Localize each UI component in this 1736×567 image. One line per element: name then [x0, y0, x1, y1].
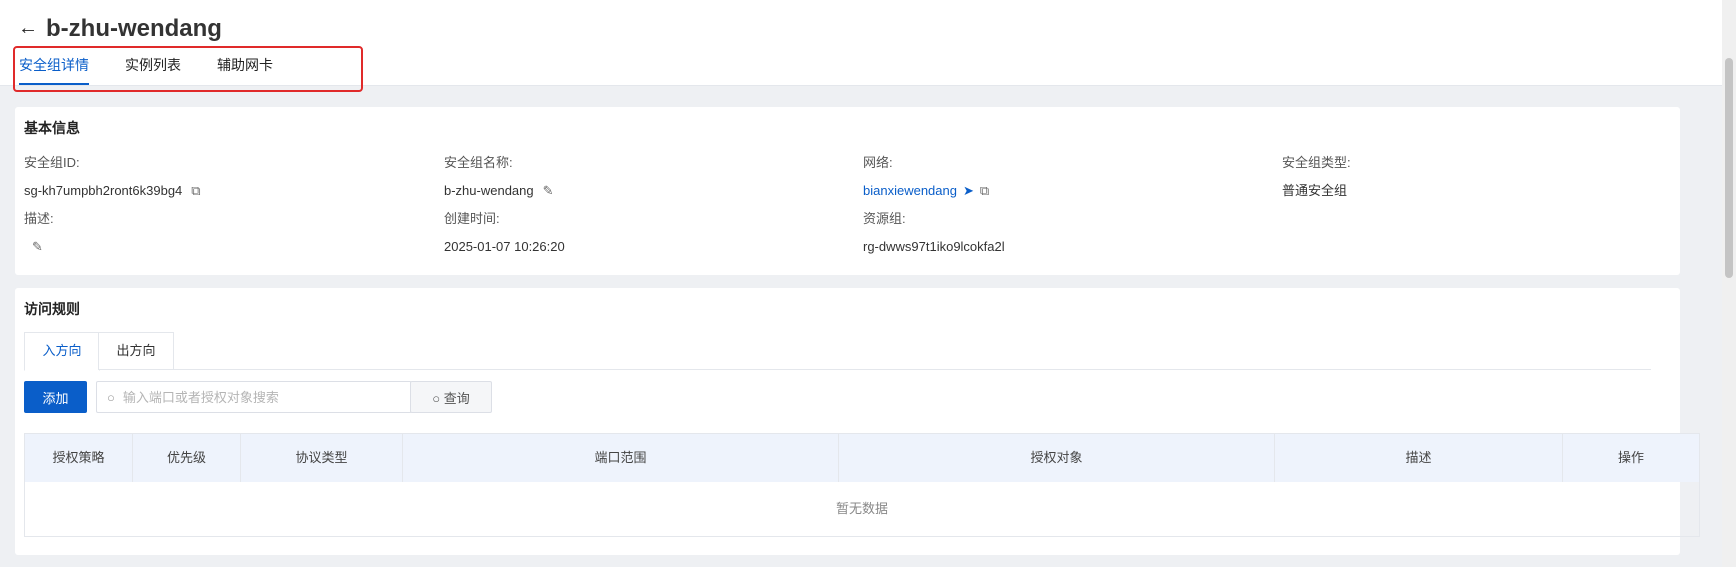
security-group-name-value: b-zhu-wendang: [444, 183, 534, 198]
tab-security-group-detail[interactable]: 安全组详情: [19, 56, 89, 85]
edit-icon[interactable]: ✎: [543, 183, 554, 199]
column-header: 授权对象: [839, 434, 1275, 482]
description-edit: ✎: [24, 239, 43, 255]
empty-state: 暂无数据: [835, 501, 888, 516]
query-button-label: 查询: [443, 390, 470, 406]
network-link[interactable]: bianxiewendang: [863, 183, 957, 199]
security-group-type-value: 普通安全组: [1282, 183, 1348, 198]
column-header: 描述: [1275, 434, 1563, 482]
tab-secondary-nic[interactable]: 辅助网卡: [217, 56, 273, 85]
column-header: 协议类型: [241, 434, 403, 482]
column-header: 授权策略: [25, 434, 133, 482]
security-group-name: b-zhu-wendang ✎: [444, 183, 554, 199]
created-time-value: 2025-01-07 10:26:20: [444, 239, 565, 254]
description-label: 描述:: [24, 211, 54, 226]
tab-inbound[interactable]: 入方向: [24, 332, 100, 371]
copy-icon[interactable]: ⧉: [191, 183, 200, 199]
created-time-label: 创建时间:: [444, 211, 500, 226]
scrollbar[interactable]: [1722, 0, 1736, 567]
security-group-id-label: 安全组ID:: [24, 155, 80, 170]
search-icon: ○: [432, 390, 441, 406]
basic-info-title: 基本信息: [24, 120, 80, 136]
back-arrow-icon[interactable]: ←: [18, 16, 38, 40]
tab-instance-list[interactable]: 实例列表: [125, 56, 181, 85]
edit-icon[interactable]: ✎: [32, 239, 43, 255]
search-input[interactable]: [120, 388, 405, 406]
copy-icon[interactable]: ⧉: [980, 183, 989, 199]
page-title: b-zhu-wendang: [46, 15, 222, 42]
add-rule-button[interactable]: 添加: [24, 381, 87, 413]
security-group-id: sg-kh7umpbh2ront6k39bg4 ⧉: [24, 183, 201, 199]
network-label: 网络:: [863, 155, 893, 170]
tab-outbound[interactable]: 出方向: [98, 332, 174, 370]
direction-tabs: 入方向 出方向: [24, 332, 1651, 371]
search-icon: ○: [107, 389, 115, 405]
access-rules-title: 访问规则: [24, 301, 80, 317]
rules-table: 授权策略 优先级 协议类型 端口范围 授权对象 描述 操作 暂无数据: [24, 433, 1700, 537]
send-icon[interactable]: ➤: [963, 183, 974, 199]
security-group-name-label: 安全组名称:: [444, 155, 513, 170]
page-header: ← b-zhu-wendang 安全组详情 实例列表 辅助网卡: [0, 0, 1722, 92]
search-box: ○: [96, 381, 412, 413]
security-group-type-label: 安全组类型:: [1282, 155, 1351, 170]
column-header: 优先级: [133, 434, 241, 482]
query-button[interactable]: ○ 查询: [410, 381, 492, 413]
scrollbar-thumb[interactable]: [1725, 58, 1733, 278]
detail-tabs: 安全组详情 实例列表 辅助网卡: [19, 56, 309, 85]
access-rules-card: 访问规则 入方向 出方向 添加 ○ ○ 查询 授权策略 优先级 协议类型 端口范…: [15, 288, 1700, 555]
table-header: 授权策略 优先级 协议类型 端口范围 授权对象 描述 操作: [25, 434, 1699, 482]
security-group-id-value: sg-kh7umpbh2ront6k39bg4: [24, 183, 183, 198]
network: bianxiewendang ➤ ⧉: [863, 183, 989, 199]
resource-group-label: 资源组:: [863, 211, 906, 226]
column-header: 操作: [1617, 450, 1644, 465]
resource-group-value: rg-dwws97t1iko9lcokfa2l: [863, 239, 1005, 254]
basic-info-card: 基本信息 安全组ID: sg-kh7umpbh2ront6k39bg4 ⧉ 安全…: [15, 107, 1680, 275]
column-header: 端口范围: [403, 434, 839, 482]
